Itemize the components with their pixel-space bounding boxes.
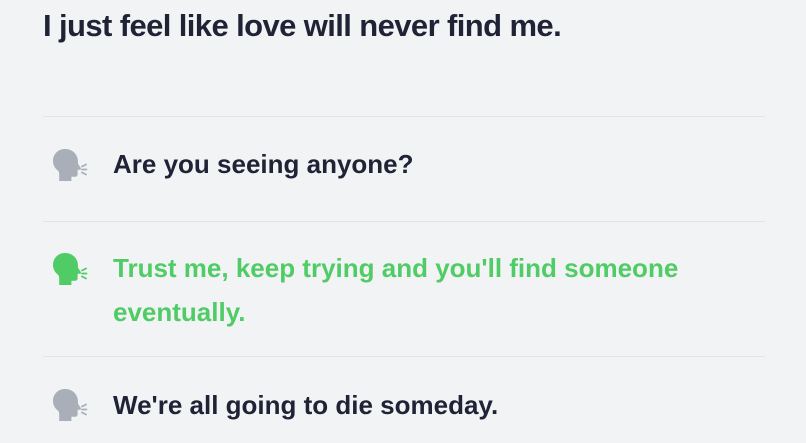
response-option-2[interactable]: Trust me, keep trying and you'll find so… — [43, 222, 765, 356]
prompt-title: I just feel like love will never find me… — [43, 8, 562, 43]
response-option-1[interactable]: Are you seeing anyone? — [43, 117, 765, 221]
speaking-head-icon — [49, 249, 89, 289]
speaking-head-icon — [49, 385, 89, 425]
speaking-head-icon — [49, 145, 89, 185]
response-option-3[interactable]: We're all going to die someday. — [43, 357, 765, 443]
response-option-label: Are you seeing anyone? — [113, 149, 414, 179]
response-option-label: Trust me, keep trying and you'll find so… — [113, 253, 679, 327]
response-options-list: Are you seeing anyone? Trust me, keep tr… — [43, 116, 765, 443]
response-option-label: We're all going to die someday. — [113, 390, 499, 420]
